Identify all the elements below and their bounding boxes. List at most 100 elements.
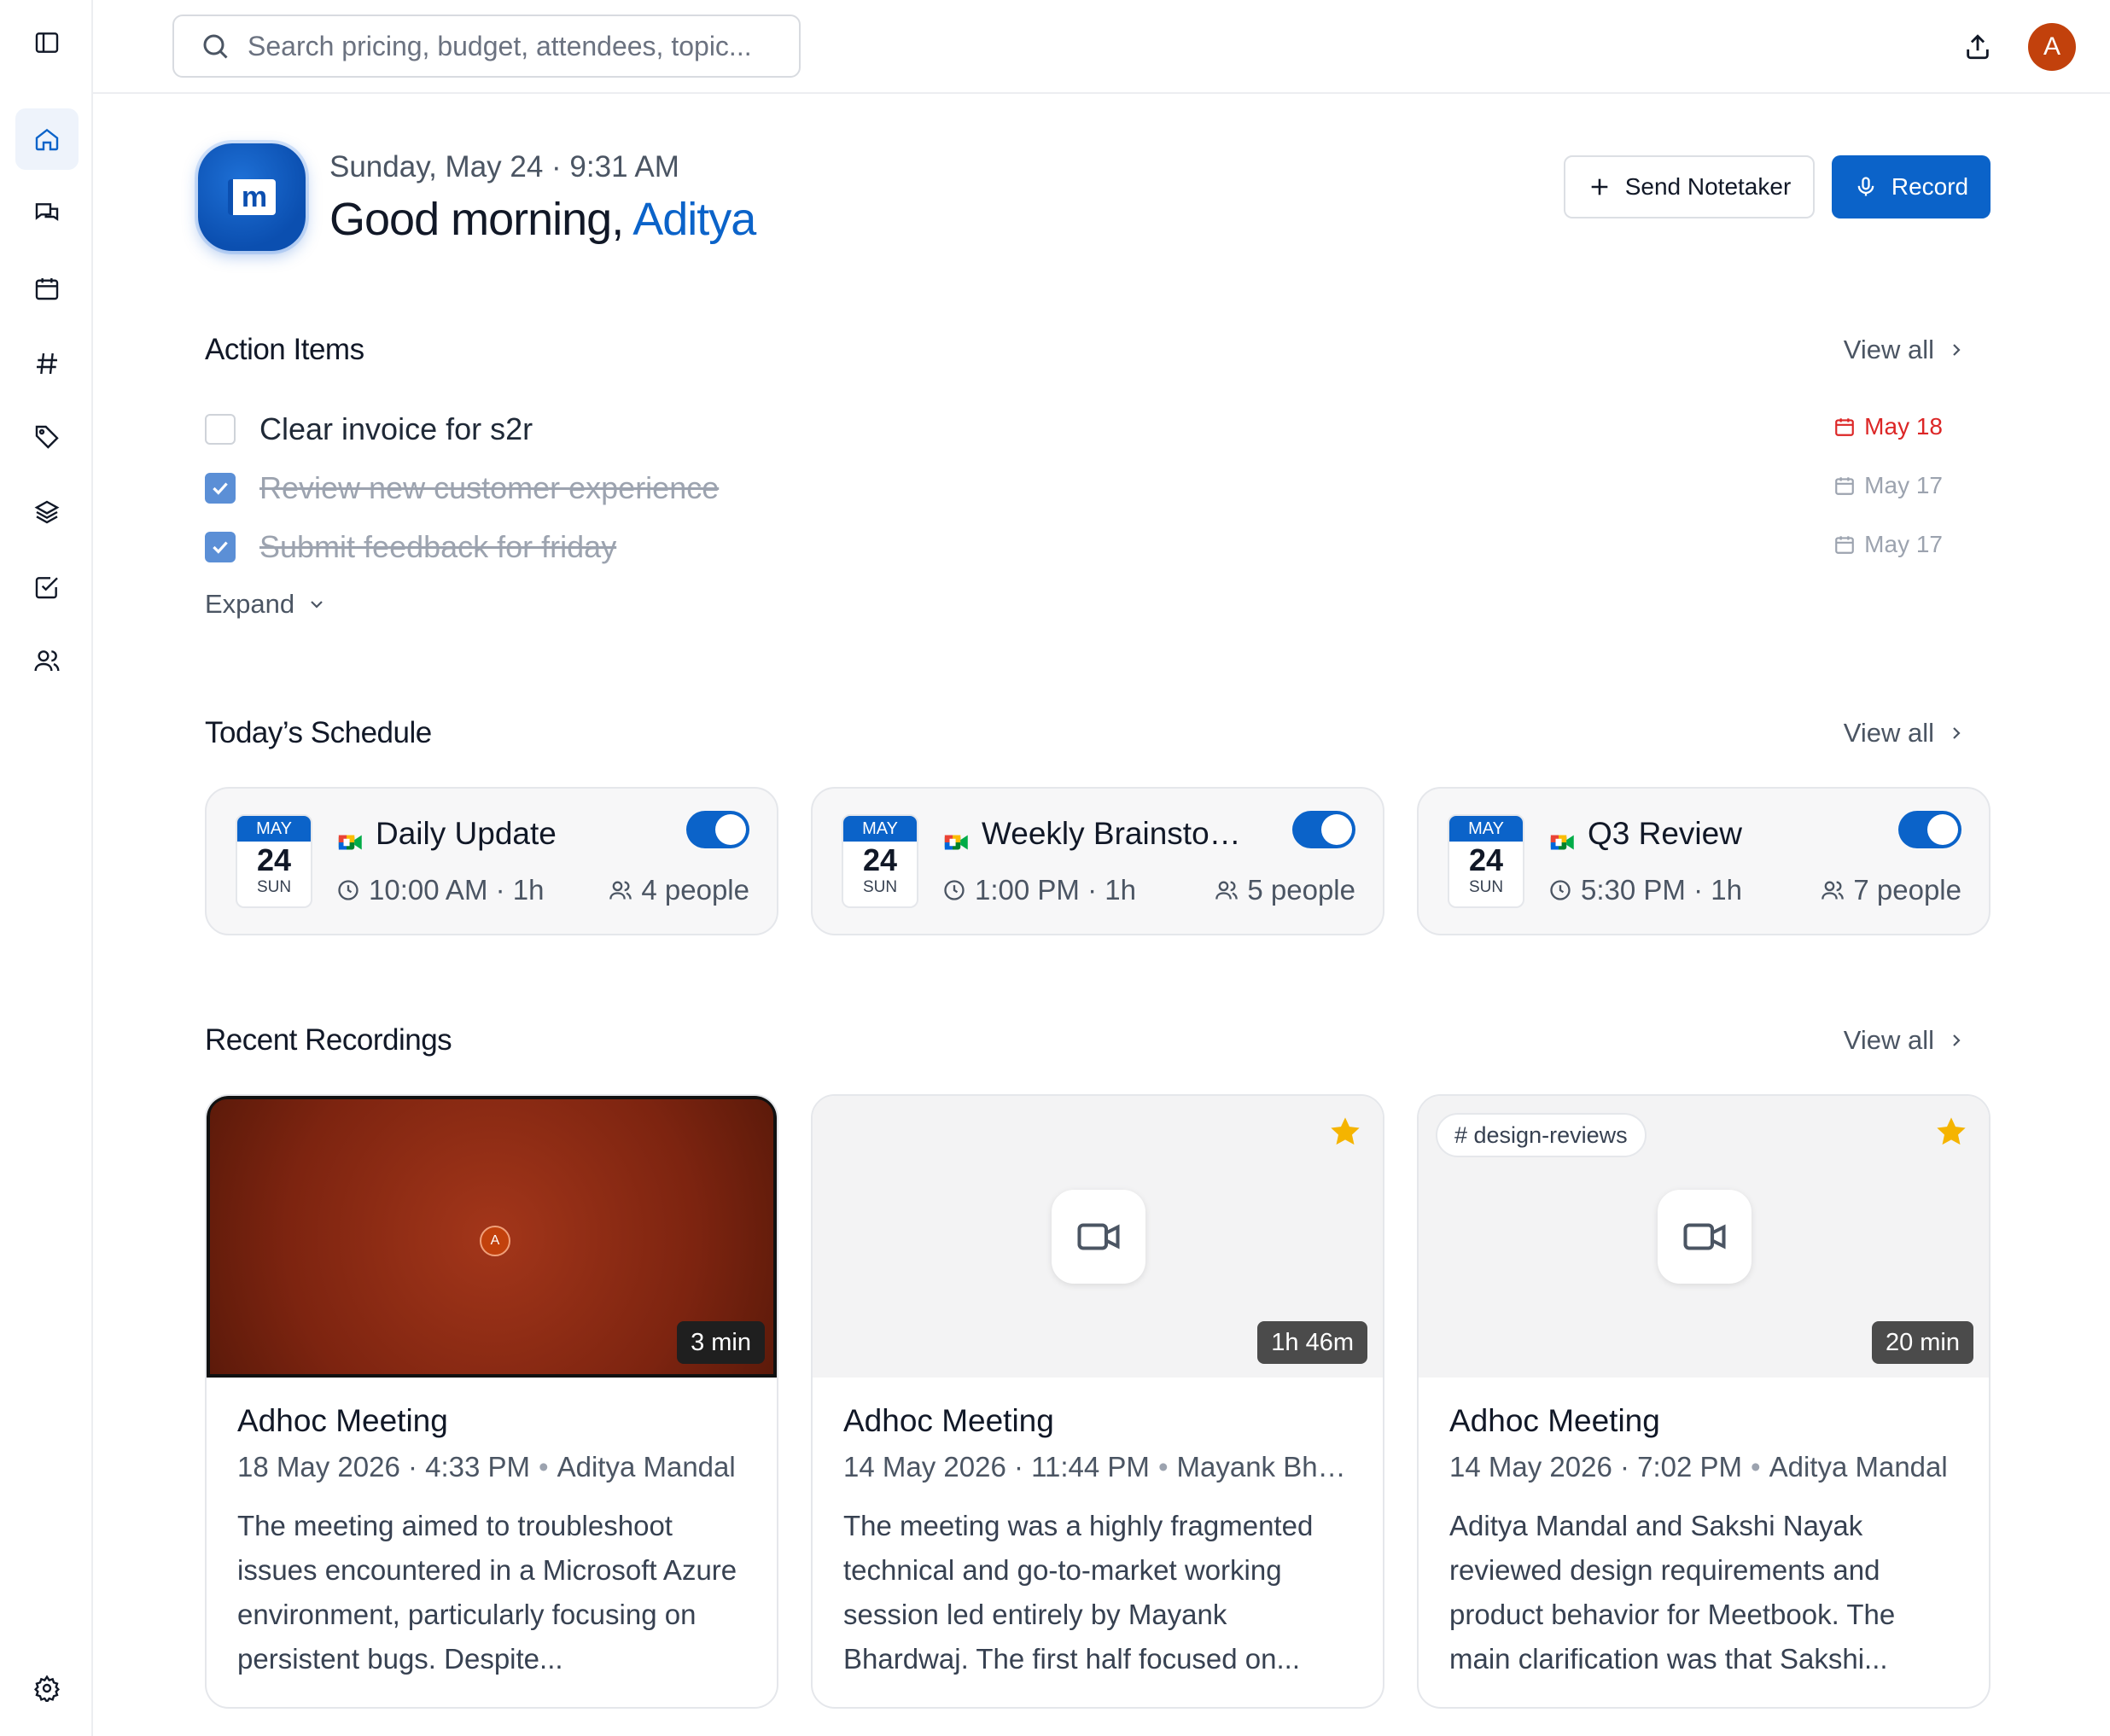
nav-tags[interactable]: [15, 406, 79, 468]
clock-icon: [944, 880, 965, 900]
current-datetime: Sunday, May 24 · 9:31 AM: [329, 150, 679, 184]
meta-separator: •: [1751, 1451, 1761, 1483]
recording-thumbnail[interactable]: 1h 46m: [813, 1096, 1383, 1378]
toggle-sidebar-button[interactable]: [15, 12, 79, 73]
google-meet-icon: [944, 835, 968, 850]
date-badge: MAY 24 SUN: [236, 814, 312, 908]
channel-tag[interactable]: # design-reviews: [1436, 1113, 1647, 1157]
search-box[interactable]: [172, 15, 801, 78]
google-meet-icon: [338, 835, 362, 850]
chat-icon: [35, 203, 59, 221]
action-item-checkbox[interactable]: [205, 532, 236, 562]
clock-icon: [338, 880, 358, 900]
action-item-due: May 17: [1833, 472, 1943, 499]
video-camera-icon: [1077, 1223, 1120, 1250]
date-month: MAY: [843, 816, 917, 842]
nav-home[interactable]: [15, 108, 79, 170]
recording-duration: 3 min: [677, 1321, 765, 1364]
nav-people[interactable]: [15, 630, 79, 691]
action-item-text: Clear invoice for s2r: [259, 411, 533, 446]
chevron-right-icon: [1953, 344, 1961, 356]
tag-icon: [35, 425, 59, 449]
action-item-due: May 17: [1833, 531, 1943, 558]
recording-title: Adhoc Meeting: [1449, 1403, 1660, 1438]
recording-summary: The meeting was a highly fragmented tech…: [843, 1510, 1314, 1675]
event-title: Daily Update: [376, 816, 557, 851]
send-notetaker-button[interactable]: Send Notetaker: [1564, 155, 1815, 218]
user-avatar[interactable]: A: [2028, 23, 2076, 71]
recording-thumbnail[interactable]: A 3 min: [207, 1096, 777, 1378]
nav-layers[interactable]: [15, 481, 79, 543]
event-people-text: 7 people: [1853, 874, 1961, 906]
recording-card[interactable]: 1h 46m Adhoc Meeting 14 May 2026 · 11:44…: [811, 1094, 1384, 1709]
gear-icon: [33, 1675, 61, 1702]
calendar-icon: [1835, 418, 1855, 436]
video-camera-icon: [1683, 1223, 1726, 1250]
sidebar: [0, 0, 93, 1736]
users-icon: [34, 650, 60, 672]
google-meet-icon: [1550, 835, 1574, 850]
record-button[interactable]: Record: [1832, 155, 1991, 218]
check-icon: [213, 541, 228, 554]
recording-meta: 18 May 2026 · 4:33 PM • Aditya Mandal: [237, 1451, 749, 1483]
schedule-card[interactable]: MAY 24 SUN Weekly Brainstorming 1:00 PM …: [811, 787, 1384, 935]
nav-conversations[interactable]: [15, 183, 79, 244]
recording-owner: Aditya Mandal: [1769, 1451, 1948, 1483]
users-icon: [1821, 881, 1845, 900]
nav-channels[interactable]: [15, 333, 79, 394]
action-item-checkbox[interactable]: [205, 414, 236, 445]
nav-calendar[interactable]: [15, 258, 79, 319]
event-time: 1:00 PM · 1h: [942, 874, 1136, 906]
recording-thumbnail[interactable]: # design-reviews 20 min: [1419, 1096, 1989, 1378]
schedule-card[interactable]: MAY 24 SUN Q3 Review 5:30 PM · 1h 7 peop…: [1417, 787, 1991, 935]
share-button[interactable]: [1956, 26, 1999, 68]
event-time-text: 1:00 PM · 1h: [975, 874, 1136, 906]
event-attendees: 5 people: [1215, 874, 1355, 906]
due-date: May 17: [1864, 531, 1943, 557]
calendar-icon: [1835, 477, 1855, 495]
users-icon: [1215, 881, 1239, 900]
action-item-checkbox[interactable]: [205, 473, 236, 504]
schedule-title: Today’s Schedule: [205, 716, 432, 749]
recording-date: 18 May 2026 · 4:33 PM: [237, 1451, 531, 1483]
date-month: MAY: [1449, 816, 1523, 842]
greeting-text: Good morning,: [329, 194, 633, 245]
action-item: Review new customer experience: [205, 470, 719, 505]
action-item: Clear invoice for s2r: [205, 411, 533, 446]
notetaker-toggle[interactable]: [686, 811, 749, 848]
app-logo: m: [198, 143, 306, 251]
date-day: 24: [862, 842, 898, 877]
notetaker-toggle[interactable]: [1898, 811, 1961, 848]
view-all-label: View all: [1843, 718, 1934, 748]
upload-icon: [1967, 34, 1989, 60]
nav-settings[interactable]: [15, 1657, 79, 1719]
action-item-due: May 18: [1833, 413, 1943, 440]
nav-tasks[interactable]: [15, 556, 79, 618]
logo-mark-icon: m: [228, 179, 276, 215]
recording-card[interactable]: A 3 min Adhoc Meeting 18 May 2026 · 4:33…: [205, 1094, 778, 1709]
star-icon[interactable]: [1328, 1115, 1362, 1149]
event-title: Weekly Brainstorming: [982, 816, 1246, 851]
microphone-icon: [1857, 177, 1874, 196]
recording-duration: 20 min: [1871, 1321, 1973, 1364]
view-all-label: View all: [1843, 335, 1934, 364]
top-bar: A: [93, 0, 2110, 94]
meta-separator: •: [1157, 1451, 1169, 1483]
schedule-card[interactable]: MAY 24 SUN Daily Update 10:00 AM · 1h 4 …: [205, 787, 778, 935]
check-icon: [213, 482, 228, 495]
recording-card[interactable]: # design-reviews 20 min Adhoc Meeting 14…: [1417, 1094, 1991, 1709]
event-title: Q3 Review: [1588, 816, 1742, 851]
star-icon[interactable]: [1934, 1115, 1968, 1149]
view-all-label: View all: [1843, 1025, 1934, 1055]
recordings-title: Recent Recordings: [205, 1023, 452, 1057]
search-input[interactable]: [248, 30, 794, 62]
schedule-view-all[interactable]: View all: [1844, 718, 1967, 749]
action-items-view-all[interactable]: View all: [1844, 335, 1967, 365]
expand-button[interactable]: Expand: [205, 589, 327, 620]
notetaker-toggle[interactable]: [1292, 811, 1355, 848]
greeting: Good morning, Aditya: [329, 193, 756, 246]
event-time-text: 10:00 AM · 1h: [369, 874, 545, 906]
recordings-view-all[interactable]: View all: [1844, 1025, 1967, 1056]
hash-icon: [37, 352, 57, 375]
users-icon: [609, 881, 632, 900]
